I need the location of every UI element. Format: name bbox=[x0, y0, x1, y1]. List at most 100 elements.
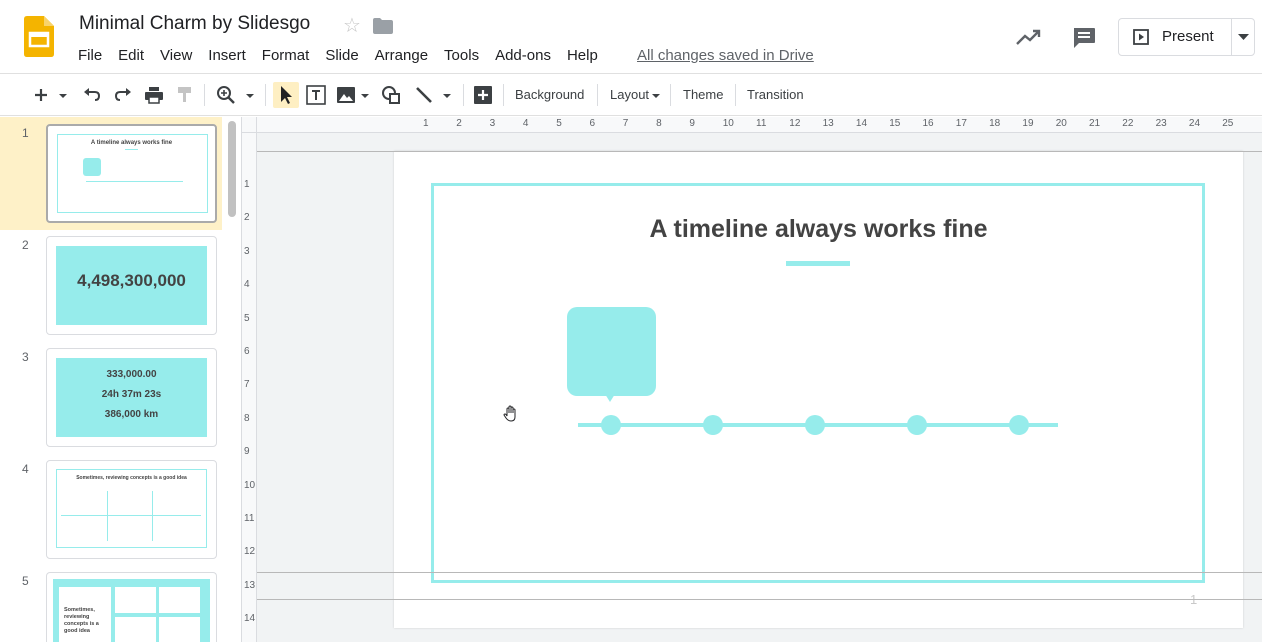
folder-icon[interactable] bbox=[373, 18, 393, 34]
ruler-number: 1 bbox=[244, 179, 250, 190]
menu-arrange[interactable]: Arrange bbox=[367, 46, 436, 66]
menu-slide[interactable]: Slide bbox=[317, 46, 366, 66]
toolbar-divider bbox=[204, 84, 205, 106]
slide-number: 5 bbox=[22, 574, 29, 588]
speech-bubble-tail bbox=[605, 394, 615, 402]
thumb-divider bbox=[61, 515, 201, 516]
image-dropdown-icon[interactable] bbox=[358, 84, 372, 106]
thumb-card bbox=[159, 617, 200, 642]
menu-edit[interactable]: Edit bbox=[110, 46, 152, 66]
ruler-number: 4 bbox=[244, 279, 250, 291]
ruler-number: 7 bbox=[244, 379, 250, 391]
ruler-number: 11 bbox=[244, 513, 255, 524]
timeline-dot[interactable] bbox=[907, 415, 927, 435]
timeline-dot[interactable] bbox=[601, 415, 621, 435]
thumb-value: 386,000 km bbox=[104, 409, 159, 420]
menu-help[interactable]: Help bbox=[559, 46, 606, 66]
header: Minimal Charm by Slidesgo ☆ File Edit Vi… bbox=[0, 0, 1262, 74]
thumb-divider bbox=[152, 491, 153, 541]
ruler-number: 12 bbox=[244, 546, 256, 558]
ruler-number: 14 bbox=[855, 118, 868, 129]
redo-icon[interactable] bbox=[112, 84, 134, 106]
print-icon[interactable] bbox=[143, 84, 165, 106]
save-status-link[interactable]: All changes saved in Drive bbox=[637, 46, 814, 66]
toolbar-divider bbox=[265, 84, 266, 106]
guide-line[interactable] bbox=[257, 599, 1262, 600]
ruler-number: 17 bbox=[955, 118, 967, 129]
vertical-ruler[interactable]: 1 2 3 4 5 6 7 8 9 10 11 12 13 14 bbox=[242, 133, 257, 642]
present-button[interactable]: Present bbox=[1118, 18, 1255, 56]
paint-format-icon[interactable] bbox=[174, 84, 196, 106]
thumb-value: 24h 37m 23s bbox=[101, 389, 162, 400]
star-icon[interactable]: ☆ bbox=[343, 14, 361, 38]
image-icon[interactable] bbox=[335, 84, 357, 106]
ruler-number: 14 bbox=[244, 613, 256, 625]
new-slide-dropdown-icon[interactable] bbox=[56, 84, 70, 106]
text-box-icon[interactable] bbox=[305, 84, 327, 106]
background-button[interactable]: Background bbox=[515, 86, 584, 104]
toolbar-divider bbox=[597, 84, 598, 106]
comment-icon[interactable] bbox=[1072, 27, 1096, 49]
ruler-number: 8 bbox=[244, 412, 250, 424]
menu-file[interactable]: File bbox=[70, 46, 110, 66]
zoom-dropdown-icon[interactable] bbox=[243, 84, 257, 106]
ruler-number: 10 bbox=[722, 118, 734, 129]
ruler-number: 5 bbox=[556, 118, 562, 129]
shape-icon[interactable] bbox=[380, 84, 402, 106]
line-icon[interactable] bbox=[413, 84, 435, 106]
ruler-number: 2 bbox=[244, 212, 250, 224]
line-dropdown-icon[interactable] bbox=[440, 84, 454, 106]
menu-addons[interactable]: Add-ons bbox=[487, 46, 559, 66]
ruler-number: 20 bbox=[1055, 118, 1067, 129]
toolbar: Background Layout Theme Transition bbox=[0, 74, 1262, 116]
menu-insert[interactable]: Insert bbox=[200, 46, 254, 66]
activity-trend-icon[interactable] bbox=[1016, 28, 1042, 46]
undo-icon[interactable] bbox=[81, 84, 103, 106]
slide-thumbnail-3[interactable]: 333,000.00 24h 37m 23s 386,000 km bbox=[46, 348, 217, 447]
slide-thumbnail-2[interactable]: 4,498,300,000 bbox=[46, 236, 217, 335]
slides-logo-icon[interactable] bbox=[24, 16, 54, 57]
menu-tools[interactable]: Tools bbox=[436, 46, 487, 66]
slide-canvas[interactable]: A timeline always works fine 1 bbox=[257, 133, 1262, 642]
guide-line[interactable] bbox=[257, 572, 1262, 573]
slide-number: 4 bbox=[22, 462, 29, 476]
timeline-dot[interactable] bbox=[1009, 415, 1029, 435]
present-options-dropdown[interactable] bbox=[1231, 19, 1255, 55]
speech-bubble-shape[interactable] bbox=[567, 307, 656, 396]
document-title[interactable]: Minimal Charm by Slidesgo bbox=[79, 13, 310, 35]
select-cursor-icon[interactable] bbox=[273, 82, 299, 108]
layout-dropdown-icon[interactable] bbox=[650, 84, 662, 106]
ruler-number: 13 bbox=[244, 579, 256, 591]
transition-button[interactable]: Transition bbox=[747, 86, 804, 104]
thumb-card bbox=[115, 617, 156, 642]
filmstrip-scrollbar[interactable] bbox=[228, 121, 236, 217]
toolbar-divider bbox=[735, 84, 736, 106]
hand-cursor-icon bbox=[503, 405, 516, 422]
thumb-value: 333,000.00 bbox=[106, 369, 157, 380]
slide-number: 3 bbox=[22, 350, 29, 364]
slide-thumbnail-1[interactable]: A timeline always works fine bbox=[46, 124, 217, 223]
guide-line[interactable] bbox=[257, 151, 1262, 152]
timeline-dot[interactable] bbox=[703, 415, 723, 435]
ruler-number: 24 bbox=[1188, 118, 1201, 129]
title-underline[interactable] bbox=[786, 261, 850, 266]
horizontal-ruler[interactable]: 1 2 3 4 5 6 7 8 9 10 11 12 13 14 15 16 17 18 19 20 21 22 23 24 2… bbox=[257, 117, 1262, 133]
zoom-icon[interactable] bbox=[215, 84, 237, 106]
layout-button[interactable]: Layout bbox=[610, 86, 649, 104]
thumb-big-number: 4,498,300,000 bbox=[77, 271, 186, 290]
slide-editor[interactable]: A timeline always works fine 1 bbox=[394, 151, 1243, 628]
menu-view[interactable]: View bbox=[152, 46, 200, 66]
slide-thumbnail-5[interactable]: Sometimes, reviewing concepts is a good … bbox=[46, 572, 217, 642]
new-slide-plus-icon[interactable] bbox=[30, 84, 52, 106]
ruler-number: 23 bbox=[1155, 118, 1167, 129]
present-main-button[interactable]: Present bbox=[1119, 19, 1231, 55]
comment-add-icon[interactable] bbox=[472, 84, 494, 106]
ruler-number: 25 bbox=[1222, 118, 1234, 129]
ruler-number: 3 bbox=[489, 118, 496, 129]
theme-button[interactable]: Theme bbox=[683, 86, 723, 104]
slide-thumbnail-4[interactable]: Sometimes, reviewing concepts is a good … bbox=[46, 460, 217, 559]
slide-title[interactable]: A timeline always works fine bbox=[394, 215, 1243, 244]
thumb-bubble bbox=[83, 158, 101, 176]
timeline-dot[interactable] bbox=[805, 415, 825, 435]
menu-format[interactable]: Format bbox=[254, 46, 318, 66]
